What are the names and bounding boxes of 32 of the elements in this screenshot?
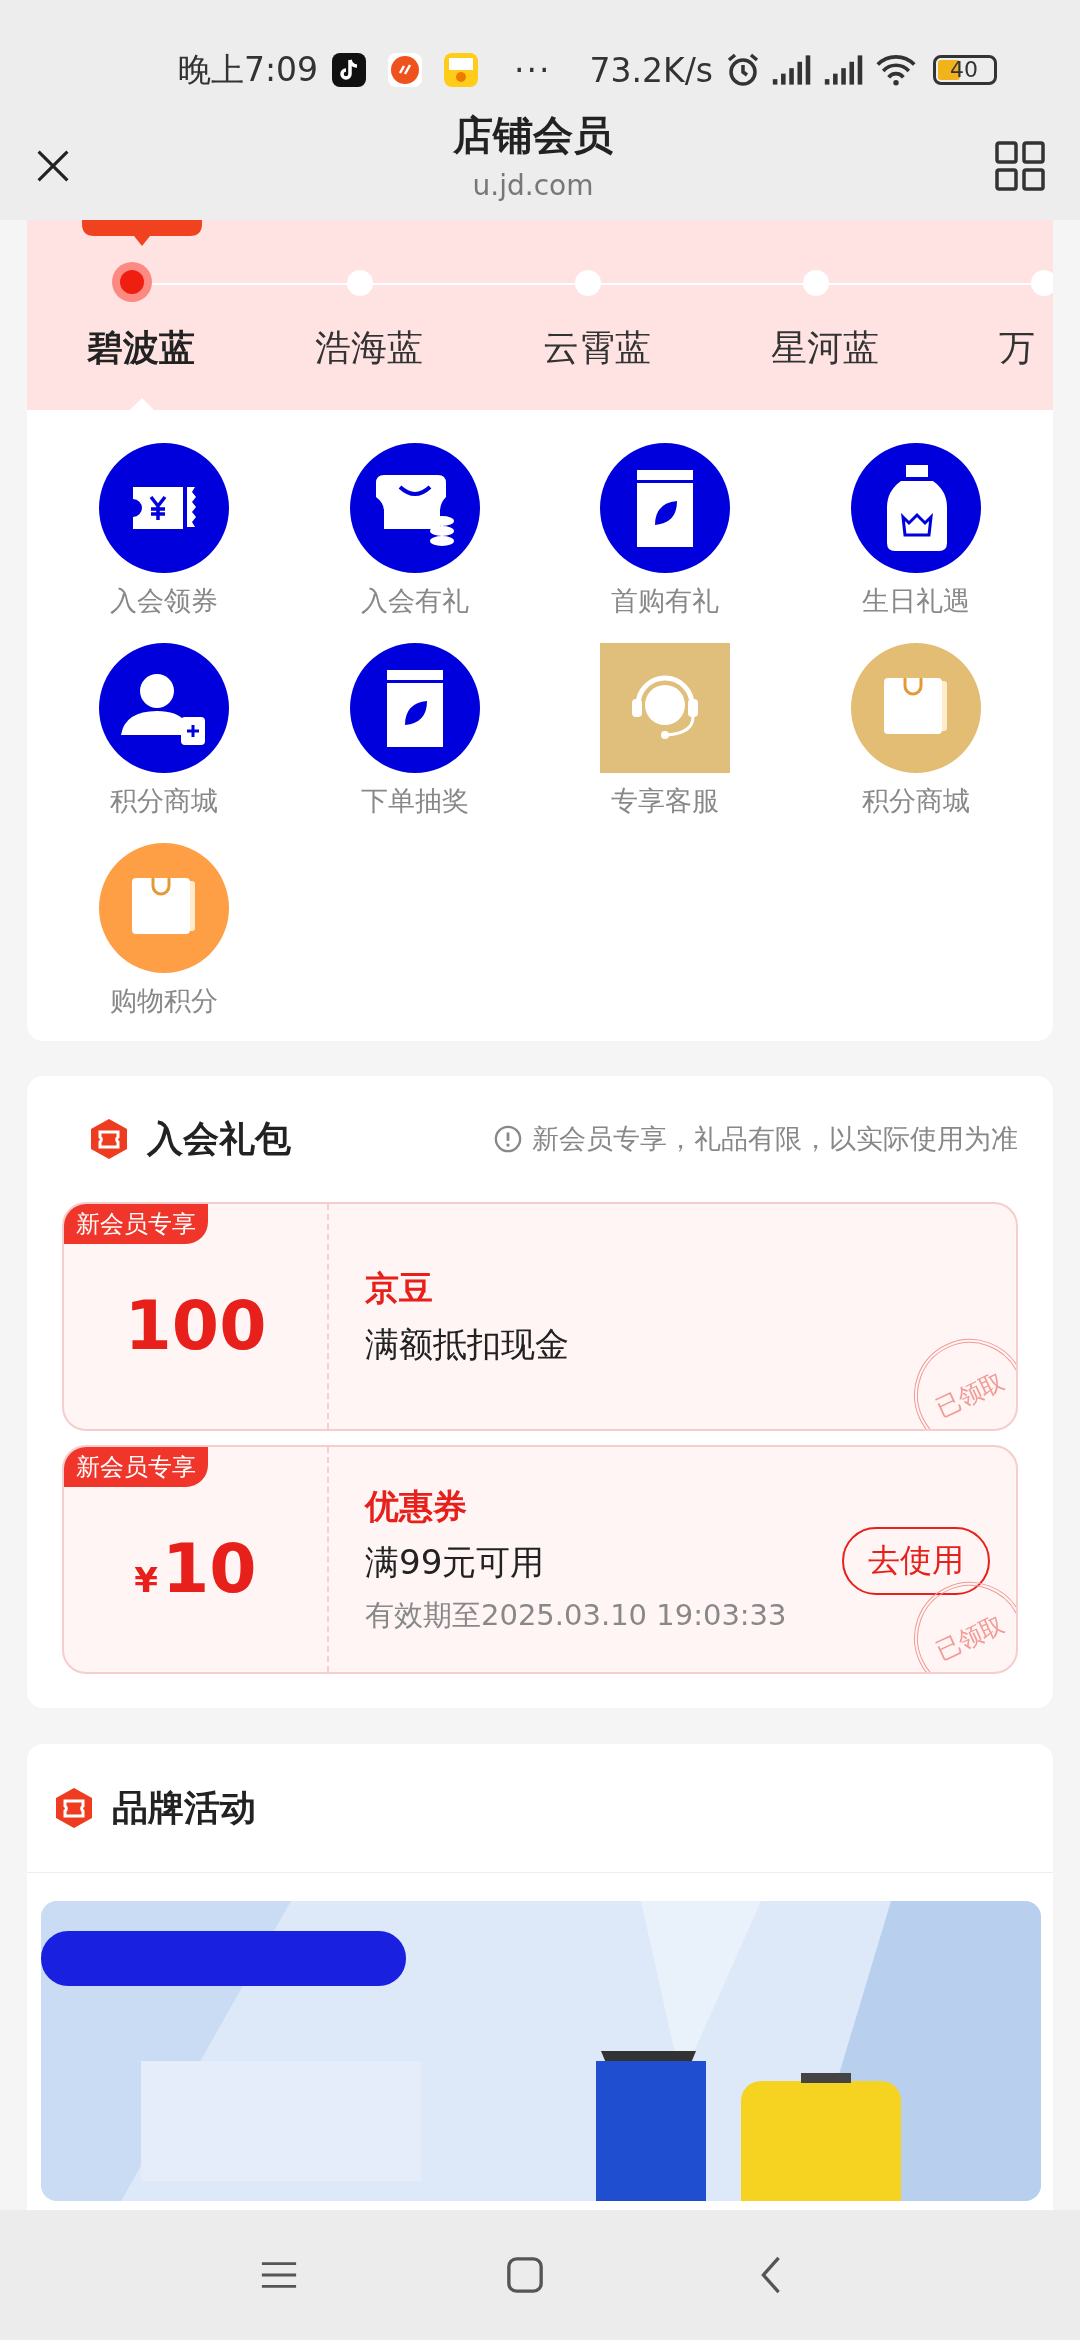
coupon-description: 满99元可用 bbox=[365, 1540, 546, 1584]
coupon-validity: 有效期至2025.03.10 19:03:33 bbox=[365, 1596, 787, 1634]
tier-tab[interactable]: 万 bbox=[939, 220, 1053, 410]
coupon-tag: 新会员专享 bbox=[64, 1447, 208, 1487]
coupon-description: 满额抵扣现金 bbox=[365, 1322, 569, 1366]
tier-tab[interactable]: 星河蓝 bbox=[711, 220, 939, 410]
benefit-item[interactable]: 入会领券 bbox=[39, 443, 290, 619]
benefit-item[interactable]: 积分商城 bbox=[39, 643, 290, 819]
use-button[interactable]: 去使用 bbox=[842, 1527, 990, 1595]
benefit-item[interactable]: 购物积分 bbox=[39, 843, 290, 1019]
tier-tab[interactable]: 浩海蓝 bbox=[255, 220, 483, 410]
coupon-tag: 新会员专享 bbox=[64, 1204, 208, 1244]
benefit-item[interactable]: 专享客服 bbox=[540, 643, 791, 819]
network-speed: 73.2K/s bbox=[589, 50, 714, 90]
status-time: 晚上7:09 bbox=[178, 48, 319, 91]
benefit-item[interactable]: 下单抽奖 bbox=[289, 643, 540, 819]
benefit-item[interactable]: 生日礼遇 bbox=[790, 443, 1041, 619]
more-notifications: ··· bbox=[514, 50, 552, 90]
coupon-title: 优惠券 bbox=[365, 1484, 468, 1528]
gift-note: 新会员专享，礼品有限，以实际使用为准 bbox=[532, 1122, 1018, 1156]
tier-tab[interactable]: 云霄蓝 bbox=[483, 220, 711, 410]
coupon-title: 京豆 bbox=[365, 1266, 434, 1310]
section-title: 品牌活动 bbox=[112, 1785, 256, 1830]
page-title: 店铺会员 bbox=[453, 111, 613, 160]
benefit-item[interactable]: 首购有礼 bbox=[540, 443, 791, 619]
tier-tab[interactable]: 碧波蓝 bbox=[27, 220, 255, 410]
benefit-item[interactable]: 入会有礼 bbox=[289, 443, 540, 619]
section-title: 入会礼包 bbox=[147, 1116, 291, 1161]
page-url: u.jd.com bbox=[472, 169, 594, 202]
benefit-item[interactable]: 积分商城 bbox=[790, 643, 1041, 819]
coupon-amount: ¥10 bbox=[134, 1529, 257, 1608]
coupon-amount: 100 bbox=[124, 1286, 267, 1365]
